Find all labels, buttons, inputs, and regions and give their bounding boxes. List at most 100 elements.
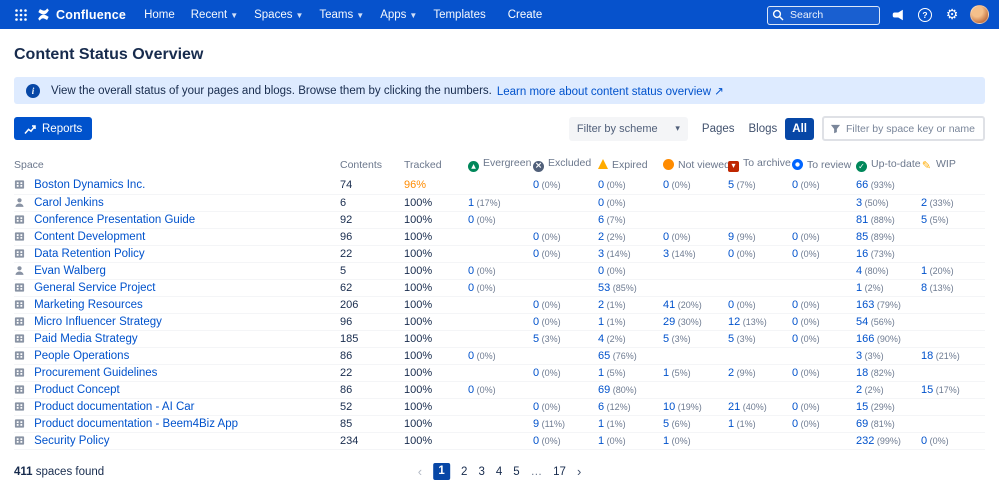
status-count-link[interactable]: 54 <box>856 316 868 328</box>
status-count-link[interactable]: 15 <box>856 401 868 413</box>
status-percent: (93%) <box>868 180 895 190</box>
status-cell-to_review: 0 (0%) <box>792 228 856 245</box>
scheme-filter-select[interactable]: Filter by scheme ▾ <box>569 117 688 141</box>
space-icon <box>14 248 25 259</box>
space-link[interactable]: Security Policy <box>34 435 109 447</box>
status-percent: (0%) <box>604 198 626 208</box>
status-cell-excluded: 0 (0%) <box>533 296 598 313</box>
reports-button[interactable]: Reports <box>14 117 92 140</box>
pagination-page-3[interactable]: 3 <box>478 466 484 478</box>
space-link[interactable]: Content Development <box>34 231 145 243</box>
status-percent: (3%) <box>669 334 691 344</box>
banner-learn-more-link[interactable]: Learn more about content status overview… <box>497 84 724 98</box>
status-cell-to_archive <box>728 381 792 398</box>
status-count-link[interactable]: 41 <box>663 299 675 311</box>
space-link[interactable]: Product documentation - Beem4Biz App <box>34 418 238 430</box>
megaphone-icon[interactable] <box>889 6 907 24</box>
tracked-value: 100% <box>404 228 468 245</box>
to-review-status-icon <box>792 159 803 170</box>
pagination-page-2[interactable]: 2 <box>461 466 467 478</box>
filter-all-button[interactable]: All <box>785 118 814 140</box>
space-link[interactable]: Marketing Resources <box>34 299 143 311</box>
tracked-value: 100% <box>404 415 468 432</box>
status-count-link[interactable]: 232 <box>856 435 874 447</box>
status-percent: (0%) <box>798 249 820 259</box>
tracked-value: 100% <box>404 313 468 330</box>
nav-item-apps[interactable]: Apps ▼ <box>372 0 425 29</box>
status-count-link[interactable]: 69 <box>598 384 610 396</box>
space-icon <box>14 214 25 225</box>
nav-item-recent[interactable]: Recent ▼ <box>183 0 246 29</box>
status-count-link[interactable]: 69 <box>856 418 868 430</box>
status-percent: (2%) <box>862 283 884 293</box>
filter-cluster: Filter by scheme ▾ PagesBlogsAll <box>569 116 985 141</box>
status-count-link[interactable]: 10 <box>663 401 675 413</box>
status-count-link[interactable]: 85 <box>856 231 868 243</box>
status-cell-wip <box>921 296 985 313</box>
nav-item-teams[interactable]: Teams ▼ <box>311 0 372 29</box>
confluence-mark-icon <box>36 7 51 22</box>
question-mark-icon: ? <box>918 8 932 22</box>
space-icon <box>14 179 25 190</box>
space-link[interactable]: People Operations <box>34 350 129 362</box>
status-cell-to_review <box>792 279 856 296</box>
status-percent: (0%) <box>539 402 561 412</box>
nav-item-templates[interactable]: Templates <box>425 0 493 29</box>
status-cell-excluded: 0 (0%) <box>533 398 598 415</box>
confluence-logo[interactable]: Confluence <box>36 7 126 22</box>
status-count-link[interactable]: 65 <box>598 350 610 362</box>
pagination-page-1[interactable]: 1 <box>433 463 450 480</box>
space-link[interactable]: Micro Influencer Strategy <box>34 316 162 328</box>
contents-value: 85 <box>340 415 404 432</box>
status-percent: (0%) <box>539 436 561 446</box>
space-link[interactable]: Data Retention Policy <box>34 248 145 260</box>
reports-icon <box>24 123 36 135</box>
status-percent: (17%) <box>474 198 501 208</box>
tracked-value: 100% <box>404 279 468 296</box>
space-link[interactable]: Procurement Guidelines <box>34 367 157 379</box>
user-avatar[interactable] <box>970 5 989 24</box>
filter-pages-button[interactable]: Pages <box>696 118 741 140</box>
search-icon <box>772 8 784 26</box>
help-icon[interactable]: ? <box>916 6 934 24</box>
settings-gear-icon[interactable]: ⚙ <box>943 6 961 24</box>
status-count-link[interactable]: 21 <box>728 401 740 413</box>
create-button[interactable]: Create <box>508 9 543 21</box>
space-link[interactable]: Product Concept <box>34 384 120 396</box>
nav-item-spaces[interactable]: Spaces ▼ <box>246 0 311 29</box>
status-percent: (0%) <box>669 180 691 190</box>
status-count-link[interactable]: 18 <box>856 367 868 379</box>
app-switcher-icon[interactable] <box>10 4 32 26</box>
space-link[interactable]: Evan Walberg <box>34 265 106 277</box>
space-filter-input[interactable] <box>846 123 977 135</box>
status-cell-to_archive <box>728 347 792 364</box>
pagination-page-4[interactable]: 4 <box>496 466 502 478</box>
status-cell-up_to_date: 16 (73%) <box>856 245 921 262</box>
pagination-page-17[interactable]: 17 <box>553 466 566 478</box>
status-count-link[interactable]: 16 <box>856 248 868 260</box>
status-count-link[interactable]: 12 <box>728 316 740 328</box>
space-link[interactable]: Conference Presentation Guide <box>34 214 195 226</box>
space-link[interactable]: Carol Jenkins <box>34 197 104 209</box>
reports-button-label: Reports <box>42 123 82 135</box>
status-count-link[interactable]: 81 <box>856 214 868 226</box>
pagination-next[interactable]: › <box>577 464 581 479</box>
pagination-page-5[interactable]: 5 <box>513 466 519 478</box>
status-cell-to_review <box>792 381 856 398</box>
table-row: Content Development96100%0 (0%)2 (2%)0 (… <box>14 228 985 245</box>
status-count-link[interactable]: 53 <box>598 282 610 294</box>
space-link[interactable]: General Service Project <box>34 282 155 294</box>
status-count-link[interactable]: 18 <box>921 350 933 362</box>
status-cell-wip: 18 (21%) <box>921 347 985 364</box>
status-count-link[interactable]: 15 <box>921 384 933 396</box>
space-link[interactable]: Boston Dynamics Inc. <box>34 179 145 191</box>
status-count-link[interactable]: 29 <box>663 316 675 328</box>
filter-blogs-button[interactable]: Blogs <box>743 118 784 140</box>
status-count-link[interactable]: 166 <box>856 333 874 345</box>
nav-item-home[interactable]: Home <box>136 0 183 29</box>
status-count-link[interactable]: 66 <box>856 179 868 191</box>
status-count-link[interactable]: 163 <box>856 299 874 311</box>
space-link[interactable]: Paid Media Strategy <box>34 333 138 345</box>
space-link[interactable]: Product documentation - AI Car <box>34 401 194 413</box>
pagination-prev[interactable]: ‹ <box>418 464 422 479</box>
